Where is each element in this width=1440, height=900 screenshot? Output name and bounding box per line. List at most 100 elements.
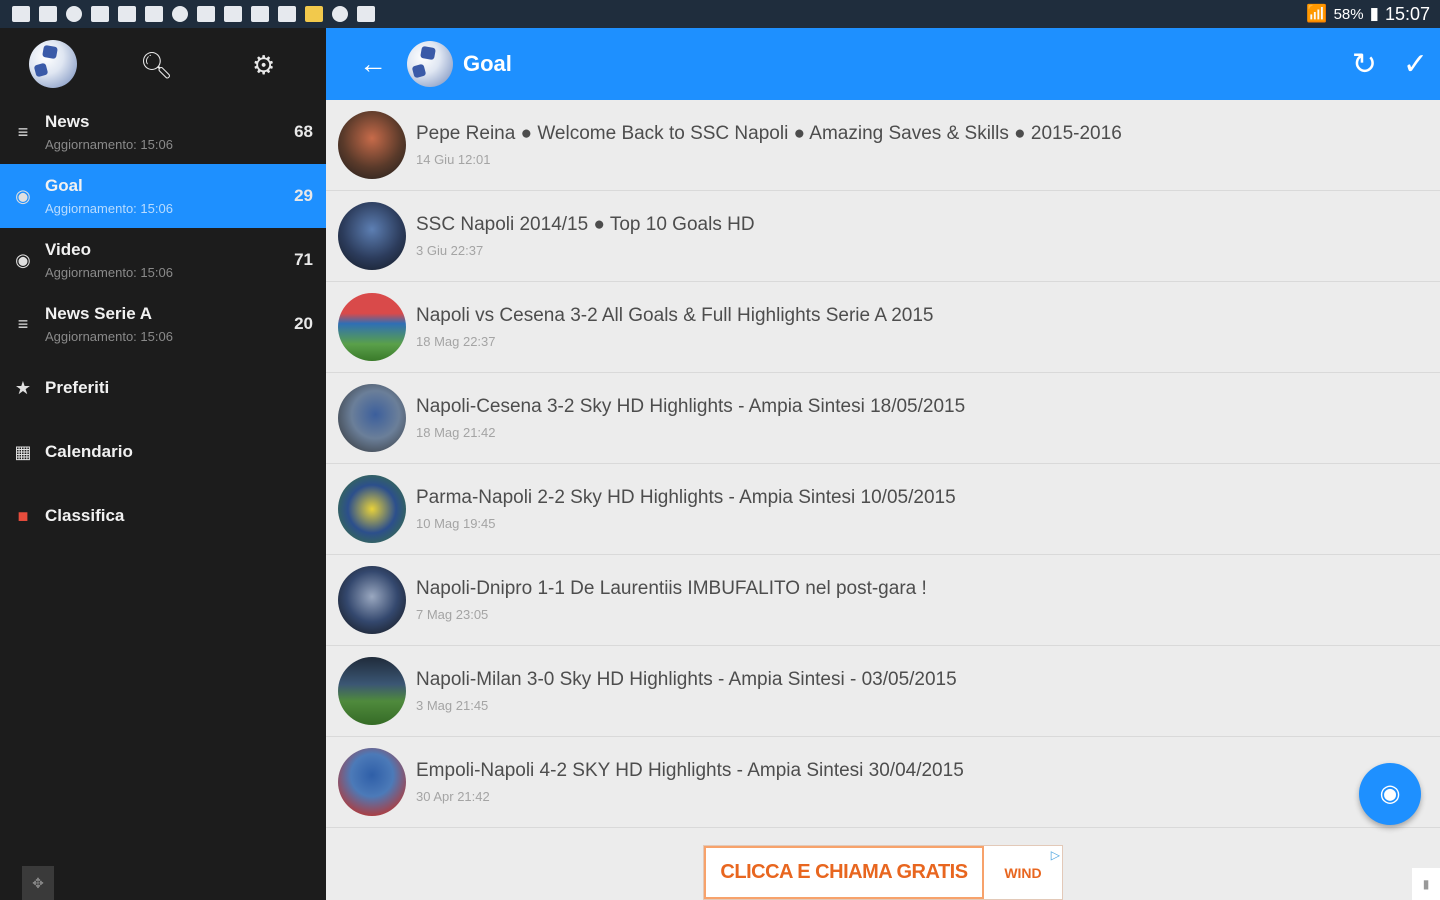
notification-icon: [91, 6, 109, 22]
list-item[interactable]: Napoli-Dnipro 1-1 De Laurentiis IMBUFALI…: [326, 555, 1440, 646]
notification-icon: [251, 6, 269, 22]
view-fab-button[interactable]: ◉: [1359, 763, 1421, 825]
ad-banner[interactable]: CLICCA E CHIAMA GRATIS WIND ▷: [703, 845, 1063, 900]
star-icon: ★: [14, 377, 32, 398]
list-item-date: 18 Mag 21:42: [416, 425, 496, 440]
list-item[interactable]: SSC Napoli 2014/15 ● Top 10 Goals HD 3 G…: [326, 191, 1440, 282]
notification-icon: [39, 6, 57, 22]
notification-icon: [332, 6, 348, 22]
sidebar-item-label: Calendario: [45, 442, 133, 461]
wifi-icon: 📶: [1306, 4, 1328, 23]
clock: 15:07: [1384, 3, 1430, 24]
list-item-date: 3 Giu 22:37: [416, 243, 484, 258]
sidebar-item-news[interactable]: ≡ News Aggiornamento: 15:06 68: [0, 100, 326, 164]
italy-flag-icon: ■: [17, 505, 29, 526]
sidebar-item-calendario[interactable]: ▦ Calendario: [0, 420, 326, 484]
app-bar: ← Goal ↻ ✓: [326, 28, 1440, 100]
list-item[interactable]: Napoli vs Cesena 3-2 All Goals & Full Hi…: [326, 282, 1440, 373]
sidebar-item-news-serie-a[interactable]: ≡ News Serie A Aggiornamento: 15:06 20: [0, 292, 326, 356]
video-thumbnail: [338, 657, 406, 725]
play-circle-icon: ◉: [15, 249, 31, 270]
video-thumbnail: [338, 111, 406, 179]
sidebar-item-goal[interactable]: ◉ Goal Aggiornamento: 15:06 29: [0, 164, 326, 228]
sidebar-item-preferiti[interactable]: ★ Preferiti: [0, 356, 326, 420]
status-bar: 📶 58% ▮ 15:07: [0, 0, 1440, 28]
list-item-title: Napoli vs Cesena 3-2 All Goals & Full Hi…: [416, 305, 934, 326]
sidebar-item-updated: Aggiornamento: 15:06: [45, 329, 173, 344]
ad-call-text: CLICCA E CHIAMA GRATIS: [704, 846, 984, 899]
drawer-toolbar: 🔍︎ ⚙: [0, 28, 326, 100]
video-list: Pepe Reina ● Welcome Back to SSC Napoli …: [326, 100, 1440, 845]
list-item-date: 3 Mag 21:45: [416, 698, 489, 713]
resize-handle-icon[interactable]: ✥: [22, 866, 54, 900]
battery-percent: 58%: [1333, 5, 1364, 23]
notification-icon: [66, 6, 82, 22]
sidebar-item-updated: Aggiornamento: 15:06: [45, 137, 173, 152]
sidebar-item-count: 71: [294, 250, 313, 269]
sidebar-item-label: Video: [45, 240, 91, 259]
scroll-handle-icon[interactable]: ▮: [1412, 868, 1440, 900]
ad-choices-icon[interactable]: ▷: [1051, 848, 1060, 862]
sidebar-item-updated: Aggiornamento: 15:06: [45, 201, 173, 216]
list-item[interactable]: Parma-Napoli 2-2 Sky HD Highlights - Amp…: [326, 464, 1440, 555]
sidebar-item-label: Preferiti: [45, 378, 110, 397]
navigation-drawer: 🔍︎ ⚙ ≡ News Aggiornamento: 15:06 68 ◉ Go…: [0, 28, 326, 900]
video-thumbnail: [338, 748, 406, 816]
sidebar-item-label: News Serie A: [45, 304, 153, 323]
notification-icon: [305, 6, 323, 22]
notification-icon: [357, 6, 375, 22]
notification-icon: [278, 6, 296, 22]
list-item-date: 14 Giu 12:01: [416, 152, 491, 167]
list-item[interactable]: Napoli-Milan 3-0 Sky HD Highlights - Amp…: [326, 646, 1440, 737]
battery-icon: ▮: [1369, 4, 1379, 23]
eye-icon: ◉: [1379, 780, 1401, 807]
list-item-date: 7 Mag 23:05: [416, 607, 489, 622]
refresh-icon[interactable]: ↻: [1352, 47, 1377, 82]
notification-icon: [145, 6, 163, 22]
list-item-title: Parma-Napoli 2-2 Sky HD Highlights - Amp…: [416, 487, 956, 508]
list-item-title: SSC Napoli 2014/15 ● Top 10 Goals HD: [416, 214, 755, 235]
list-item-title: Napoli-Milan 3-0 Sky HD Highlights - Amp…: [416, 669, 957, 690]
sidebar-item-updated: Aggiornamento: 15:06: [45, 265, 173, 280]
video-thumbnail: [338, 293, 406, 361]
list-item-title: Empoli-Napoli 4-2 SKY HD Highlights - Am…: [416, 760, 964, 781]
video-thumbnail: [338, 384, 406, 452]
video-thumbnail: [338, 566, 406, 634]
notification-icon: [172, 6, 188, 22]
rss-icon: ≡: [17, 313, 29, 334]
back-arrow-icon[interactable]: ←: [359, 48, 389, 80]
notification-icon: [12, 6, 30, 22]
video-thumbnail: [338, 475, 406, 543]
video-thumbnail: [338, 202, 406, 270]
list-item-date: 10 Mag 19:45: [416, 516, 496, 531]
list-item[interactable]: Pepe Reina ● Welcome Back to SSC Napoli …: [326, 100, 1440, 191]
sidebar-item-classifica[interactable]: ■ Classifica: [0, 484, 326, 548]
list-item-date: 30 Apr 21:42: [416, 789, 490, 804]
search-icon[interactable]: 🔍︎: [140, 50, 173, 81]
sidebar-item-video[interactable]: ◉ Video Aggiornamento: 15:06 71: [0, 228, 326, 292]
sidebar-item-count: 68: [294, 122, 313, 141]
notification-icon: [118, 6, 136, 22]
list-item-date: 18 Mag 22:37: [416, 334, 496, 349]
gear-icon[interactable]: ⚙: [252, 50, 275, 81]
list-item-title: Napoli-Dnipro 1-1 De Laurentiis IMBUFALI…: [416, 578, 927, 599]
notification-icon: [224, 6, 242, 22]
page-title: Goal: [463, 51, 512, 76]
sidebar-item-label: News: [45, 112, 90, 131]
sidebar-item-count: 20: [294, 314, 313, 333]
sidebar-item-label: Classifica: [45, 506, 125, 525]
sidebar-item-count: 29: [294, 186, 313, 205]
notification-icon: [197, 6, 215, 22]
calendar-icon: ▦: [14, 441, 32, 462]
play-circle-icon: ◉: [15, 185, 31, 206]
app-logo-icon: [407, 41, 453, 87]
notification-icons: [0, 6, 375, 22]
list-item-title: Napoli-Cesena 3-2 Sky HD Highlights - Am…: [416, 396, 966, 417]
list-item[interactable]: Empoli-Napoli 4-2 SKY HD Highlights - Am…: [326, 737, 1440, 828]
checkmark-icon[interactable]: ✓: [1403, 47, 1428, 82]
sidebar-item-label: Goal: [45, 176, 83, 195]
list-item[interactable]: Napoli-Cesena 3-2 Sky HD Highlights - Am…: [326, 373, 1440, 464]
list-item-title: Pepe Reina ● Welcome Back to SSC Napoli …: [416, 123, 1122, 144]
app-logo-icon[interactable]: [29, 40, 77, 88]
rss-icon: ≡: [17, 121, 29, 142]
